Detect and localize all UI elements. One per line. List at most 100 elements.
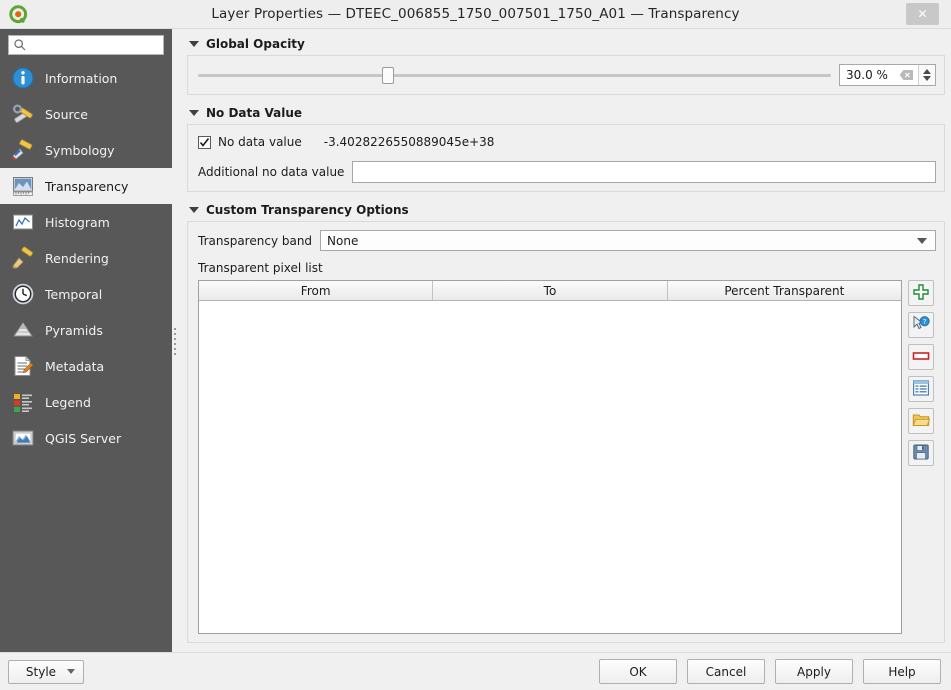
sidebar-item-label: Source bbox=[45, 106, 88, 122]
sidebar-item-label: Pyramids bbox=[45, 322, 103, 338]
column-header-to[interactable]: To bbox=[433, 281, 668, 301]
transparency-icon bbox=[10, 173, 36, 199]
transparency-tool-column: ? bbox=[902, 280, 936, 634]
global-opacity-row: 30.0 % bbox=[198, 64, 936, 86]
histogram-icon bbox=[10, 209, 36, 235]
remove-selected-row-button[interactable] bbox=[908, 344, 934, 370]
transparency-band-label: Transparency band bbox=[198, 233, 313, 248]
search-input[interactable] bbox=[27, 38, 159, 52]
rendering-icon bbox=[10, 245, 36, 271]
column-header-from[interactable]: From bbox=[199, 281, 434, 301]
column-header-percent-transparent[interactable]: Percent Transparent bbox=[667, 281, 901, 301]
dialog-body: Information Source Symbology Transparenc… bbox=[0, 29, 951, 652]
section-title: Custom Transparency Options bbox=[206, 203, 409, 217]
table-body[interactable] bbox=[199, 301, 901, 633]
search-icon bbox=[13, 38, 27, 52]
section-title: No Data Value bbox=[206, 106, 303, 120]
ok-button[interactable]: OK bbox=[599, 659, 677, 684]
style-menu-button[interactable]: Style bbox=[8, 659, 84, 684]
pyramids-icon bbox=[10, 317, 36, 343]
collapse-triangle-icon bbox=[189, 207, 199, 213]
legend-icon bbox=[10, 389, 36, 415]
sidebar-item-label: QGIS Server bbox=[45, 430, 122, 446]
sidebar-item-rendering[interactable]: Rendering bbox=[0, 240, 172, 276]
sidebar-item-label: Symbology bbox=[45, 142, 115, 158]
no-data-value-readout: -3.4028226550889045e+38 bbox=[323, 135, 495, 149]
sidebar-item-qgis-server[interactable]: QGIS Server bbox=[0, 420, 172, 456]
slider-track bbox=[198, 74, 831, 77]
layer-properties-dialog: Layer Properties — DTEEC_006855_1750_007… bbox=[0, 0, 951, 690]
sidebar-item-metadata[interactable]: Metadata bbox=[0, 348, 172, 384]
sidebar-item-label: Legend bbox=[45, 394, 91, 410]
global-opacity-spinbox[interactable]: 30.0 % bbox=[839, 64, 936, 86]
additional-no-data-value-label: Additional no data value bbox=[198, 165, 345, 179]
spin-up-icon[interactable] bbox=[923, 69, 931, 74]
no-data-value-checkbox[interactable] bbox=[198, 135, 211, 149]
global-opacity-slider[interactable] bbox=[198, 65, 831, 85]
spinbox-arrows[interactable] bbox=[918, 65, 935, 85]
transparency-band-select[interactable]: None bbox=[320, 230, 936, 251]
cancel-button[interactable]: Cancel bbox=[687, 659, 765, 684]
search-box[interactable] bbox=[8, 35, 164, 55]
slider-handle[interactable] bbox=[381, 67, 394, 84]
spin-down-icon[interactable] bbox=[923, 76, 931, 81]
sidebar-item-label: Transparency bbox=[45, 178, 129, 194]
window-title: Layer Properties — DTEEC_006855_1750_007… bbox=[211, 6, 740, 22]
chevron-down-icon bbox=[917, 237, 927, 244]
dialog-button-box: OK Cancel Apply Help bbox=[599, 659, 941, 684]
information-icon bbox=[10, 65, 36, 91]
no-data-value-row: No data value -3.4028226550889045e+38 bbox=[198, 133, 936, 151]
temporal-icon bbox=[10, 281, 36, 307]
symbology-icon bbox=[10, 137, 36, 163]
section-title: Global Opacity bbox=[206, 37, 305, 51]
transparent-pixel-list-label: Transparent pixel list bbox=[198, 261, 323, 275]
sidebar-item-label: Metadata bbox=[45, 358, 105, 374]
qgis-logo-icon bbox=[8, 4, 30, 26]
sidebar-item-transparency[interactable]: Transparency bbox=[0, 168, 172, 204]
sidebar-nav-list: Information Source Symbology Transparenc… bbox=[0, 60, 172, 652]
sidebar-item-temporal[interactable]: Temporal bbox=[0, 276, 172, 312]
no-data-value-section-body: No data value -3.4028226550889045e+38 Ad… bbox=[187, 124, 945, 192]
sidebar-item-histogram[interactable]: Histogram bbox=[0, 204, 172, 240]
custom-transparency-section-header[interactable]: Custom Transparency Options bbox=[187, 201, 945, 219]
sidebar-item-label: Rendering bbox=[45, 250, 109, 266]
transparent-pixel-table: From To Percent Transparent bbox=[198, 280, 902, 634]
transparency-band-row: Transparency band None bbox=[198, 230, 936, 251]
sidebar-item-label: Histogram bbox=[45, 214, 110, 230]
transparent-pixel-list-area: From To Percent Transparent ? bbox=[198, 280, 936, 634]
additional-no-data-value-field[interactable] bbox=[352, 161, 936, 183]
green-plus-icon bbox=[912, 283, 930, 304]
close-window-button[interactable]: ✕ bbox=[906, 3, 939, 25]
main-panel: Global Opacity 30.0 % No Data Value No d… bbox=[179, 29, 951, 652]
svg-text:?: ? bbox=[923, 317, 927, 325]
export-to-file-button[interactable] bbox=[908, 440, 934, 466]
splitter-grip-icon bbox=[174, 327, 177, 355]
default-values-button[interactable] bbox=[908, 376, 934, 402]
sidebar-item-information[interactable]: Information bbox=[0, 60, 172, 96]
additional-no-data-value-row: Additional no data value bbox=[198, 161, 936, 183]
folder-open-icon bbox=[912, 411, 931, 432]
chevron-down-icon bbox=[67, 669, 75, 674]
dialog-footer: Style OK Cancel Apply Help bbox=[0, 652, 951, 690]
apply-button[interactable]: Apply bbox=[775, 659, 853, 684]
custom-transparency-section-body: Transparency band None Transparent pixel… bbox=[187, 221, 945, 643]
transparency-band-value: None bbox=[327, 233, 359, 248]
import-from-file-button[interactable] bbox=[908, 408, 934, 434]
global-opacity-section-body: 30.0 % bbox=[187, 55, 945, 95]
no-data-value-section-header[interactable]: No Data Value bbox=[187, 104, 945, 122]
sidebar-item-pyramids[interactable]: Pyramids bbox=[0, 312, 172, 348]
add-values-manually-button[interactable] bbox=[908, 280, 934, 306]
global-opacity-section-header[interactable]: Global Opacity bbox=[187, 35, 945, 53]
no-data-value-label: No data value bbox=[218, 135, 302, 149]
sidebar-splitter[interactable] bbox=[172, 29, 179, 652]
sidebar-item-legend[interactable]: Legend bbox=[0, 384, 172, 420]
table-header-row: From To Percent Transparent bbox=[199, 281, 901, 301]
add-values-from-display-button[interactable]: ? bbox=[908, 312, 934, 338]
metadata-icon bbox=[10, 353, 36, 379]
sidebar-item-symbology[interactable]: Symbology bbox=[0, 132, 172, 168]
help-button[interactable]: Help bbox=[863, 659, 941, 684]
additional-no-data-value-input[interactable] bbox=[353, 162, 935, 182]
source-icon bbox=[10, 101, 36, 127]
clear-icon[interactable] bbox=[898, 68, 915, 82]
sidebar-item-source[interactable]: Source bbox=[0, 96, 172, 132]
